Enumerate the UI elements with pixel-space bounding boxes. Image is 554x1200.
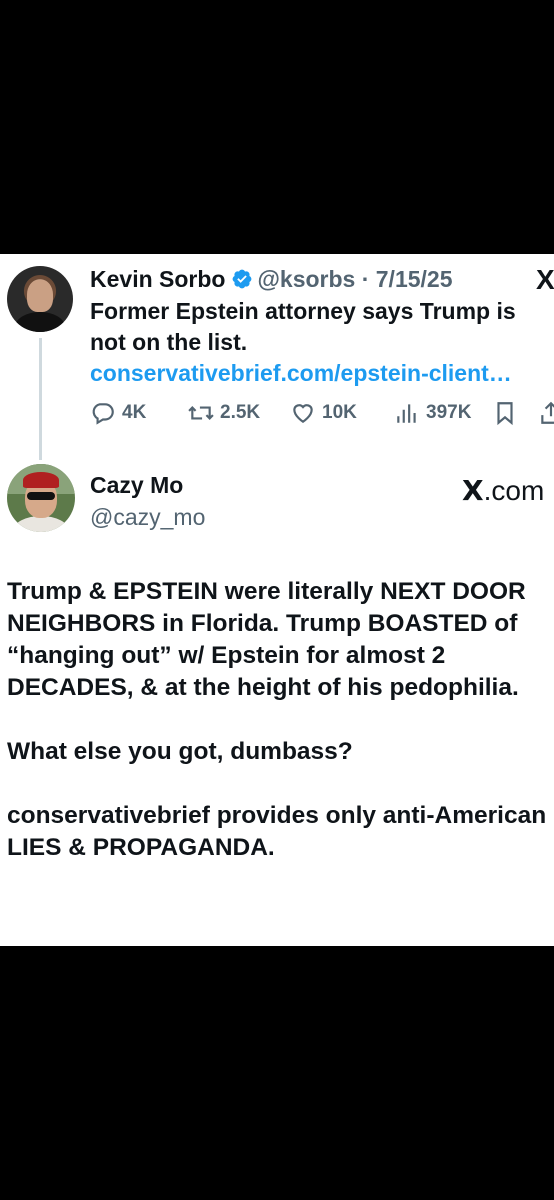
reply-tweet-body: Trump & EPSTEIN were literally NEXT DOOR… (7, 576, 547, 864)
bookmark-icon (497, 402, 513, 426)
cazy-mo-avatar[interactable] (7, 464, 75, 532)
reply-author-name[interactable]: Cazy Mo (90, 472, 183, 499)
quoted-tweet-header: Kevin Sorbo @ksorbs · 7/15/25 (90, 264, 453, 294)
quoted-tweet-text: Former Epstein attorney says Trump is no… (90, 298, 516, 355)
quoted-author-name[interactable]: Kevin Sorbo (90, 266, 225, 292)
reply-icon (92, 403, 114, 425)
screen: Kevin Sorbo @ksorbs · 7/15/25 X Former Ep… (0, 0, 554, 1200)
views-count: 397K (426, 402, 472, 423)
x-logo-icon: X (536, 264, 554, 295)
reply-paragraph-2: What else you got, dumbass? (7, 738, 353, 765)
heart-icon (293, 404, 313, 423)
screenshot-card: Kevin Sorbo @ksorbs · 7/15/25 X Former Ep… (0, 254, 554, 946)
avatar-sunglasses (27, 492, 55, 500)
bookmark-button[interactable] (492, 398, 518, 428)
thread-connector-line (39, 338, 42, 460)
x-logo-icon: X (462, 474, 484, 507)
reply-button[interactable]: 4K (90, 398, 146, 428)
quoted-handle-date[interactable]: @ksorbs · 7/15/25 (257, 266, 452, 292)
avatar-cap (23, 472, 59, 488)
repost-count: 2.5K (220, 402, 261, 423)
like-button[interactable]: 10K (290, 398, 357, 428)
reply-author-handle[interactable]: @cazy_mo (90, 504, 205, 531)
share-icon (541, 401, 554, 424)
source-domain: .com (483, 475, 545, 506)
kevin-sorbo-avatar[interactable] (7, 266, 73, 332)
like-count: 10K (322, 402, 357, 423)
repost-icon (188, 406, 214, 420)
verified-badge-icon (233, 269, 252, 289)
quoted-tweet-link[interactable]: conservativebrief.com/epstein-client… (90, 358, 512, 389)
views-icon (397, 404, 416, 423)
x-com-source-label: X.com (462, 474, 544, 507)
repost-button[interactable]: 2.5K (188, 398, 260, 428)
reply-paragraph-1: Trump & EPSTEIN were literally NEXT DOOR… (7, 578, 526, 701)
reply-paragraph-3: conservativebrief provides only anti-Ame… (7, 802, 547, 861)
avatar-body (13, 516, 69, 532)
reply-count: 4K (122, 402, 147, 423)
views-button[interactable]: 397K (394, 398, 471, 428)
quoted-tweet-actions: 4K 2.5K 10K 397K (90, 398, 554, 428)
avatar-shirt (15, 312, 65, 332)
share-button[interactable] (538, 398, 554, 428)
avatar-face (27, 280, 53, 312)
